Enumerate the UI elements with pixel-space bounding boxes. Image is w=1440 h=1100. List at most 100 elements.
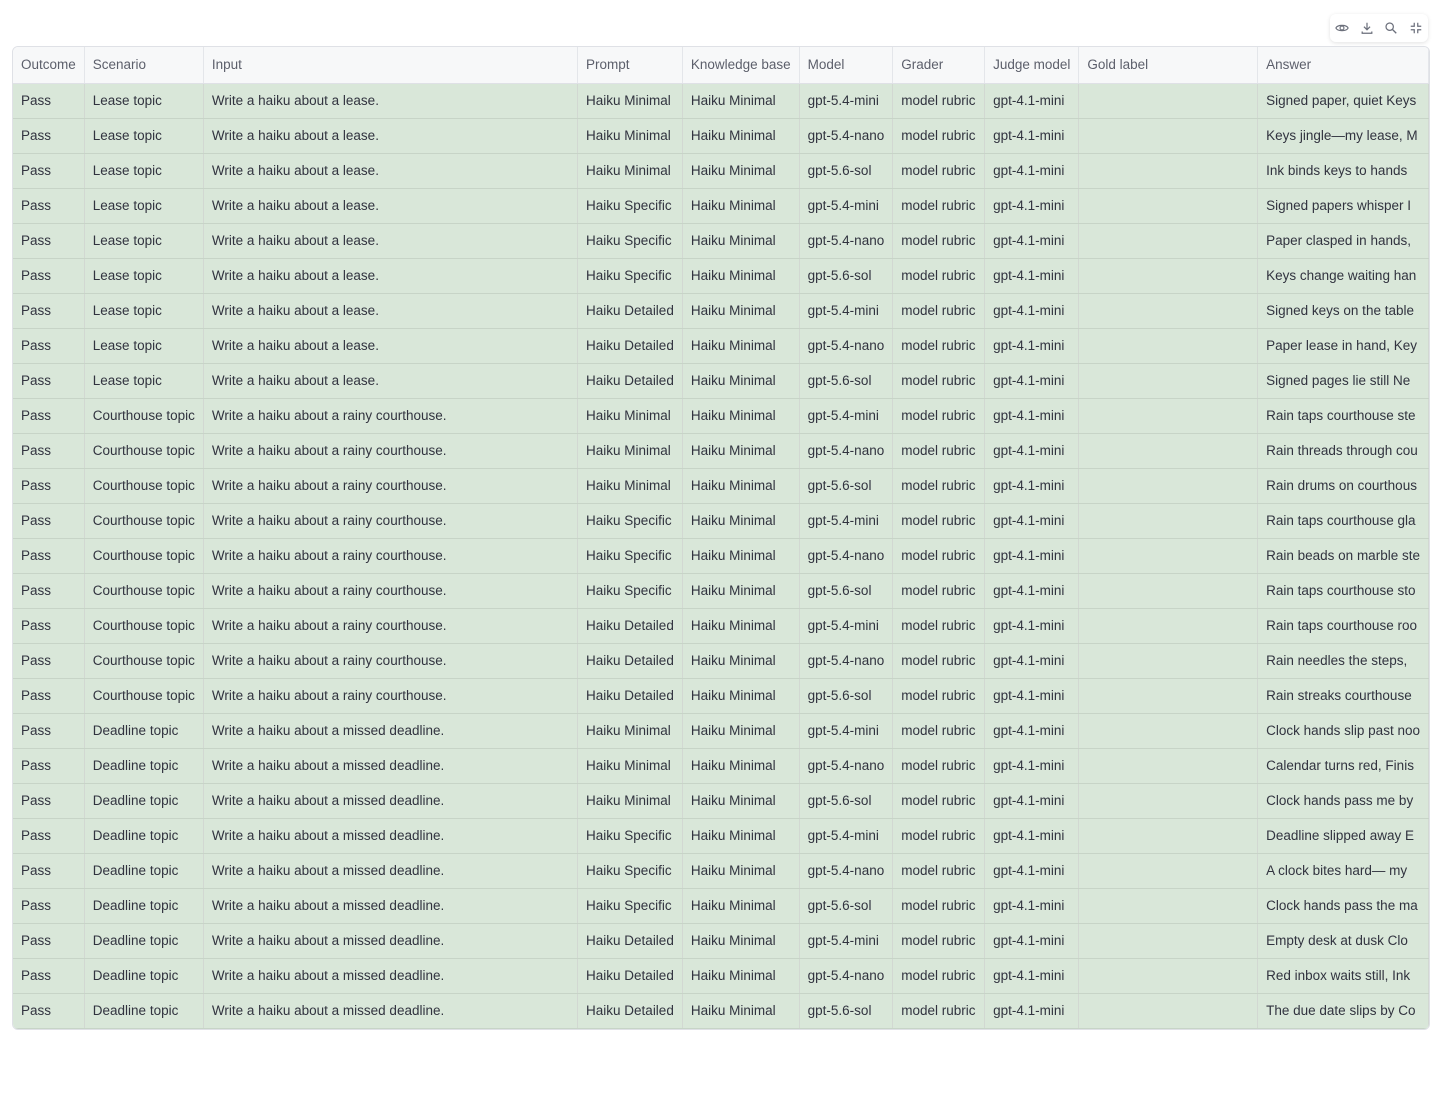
cell-model[interactable]: gpt-5.6-sol xyxy=(799,678,894,714)
cell-outcome[interactable]: Pass xyxy=(13,958,85,994)
cell-knowledge-base[interactable]: Haiku Minimal xyxy=(682,888,800,924)
cell-knowledge-base[interactable]: Haiku Minimal xyxy=(682,958,800,994)
cell-judge-model[interactable]: gpt-4.1-mini xyxy=(984,923,1080,959)
cell-grader[interactable]: model rubric xyxy=(892,538,986,574)
column-header-prompt[interactable]: Prompt xyxy=(577,47,683,84)
cell-answer[interactable]: Clock hands pass the ma xyxy=(1257,888,1429,924)
cell-model[interactable]: gpt-5.4-nano xyxy=(799,643,894,679)
cell-scenario[interactable]: Courthouse topic xyxy=(84,398,204,434)
cell-grader[interactable]: model rubric xyxy=(892,363,986,399)
cell-gold-label[interactable] xyxy=(1078,83,1259,119)
cell-knowledge-base[interactable]: Haiku Minimal xyxy=(682,363,800,399)
cell-knowledge-base[interactable]: Haiku Minimal xyxy=(682,608,800,644)
cell-prompt[interactable]: Haiku Detailed xyxy=(577,293,683,329)
column-header-outcome[interactable]: Outcome xyxy=(13,47,85,84)
cell-model[interactable]: gpt-5.4-mini xyxy=(799,713,894,749)
cell-answer[interactable]: Signed pages lie still Ne xyxy=(1257,363,1429,399)
cell-prompt[interactable]: Haiku Detailed xyxy=(577,923,683,959)
cell-grader[interactable]: model rubric xyxy=(892,223,986,259)
cell-gold-label[interactable] xyxy=(1078,958,1259,994)
cell-gold-label[interactable] xyxy=(1078,713,1259,749)
cell-answer[interactable]: Calendar turns red, Finis xyxy=(1257,748,1429,784)
cell-outcome[interactable]: Pass xyxy=(13,398,85,434)
cell-answer[interactable]: Empty desk at dusk Clo xyxy=(1257,923,1429,959)
cell-model[interactable]: gpt-5.4-nano xyxy=(799,118,894,154)
cell-outcome[interactable]: Pass xyxy=(13,678,85,714)
cell-grader[interactable]: model rubric xyxy=(892,153,986,189)
cell-model[interactable]: gpt-5.4-mini xyxy=(799,83,894,119)
cell-judge-model[interactable]: gpt-4.1-mini xyxy=(984,188,1080,224)
cell-judge-model[interactable]: gpt-4.1-mini xyxy=(984,363,1080,399)
cell-grader[interactable]: model rubric xyxy=(892,783,986,819)
cell-outcome[interactable]: Pass xyxy=(13,888,85,924)
cell-answer[interactable]: Clock hands pass me by xyxy=(1257,783,1429,819)
cell-knowledge-base[interactable]: Haiku Minimal xyxy=(682,328,800,364)
cell-answer[interactable]: Rain beads on marble ste xyxy=(1257,538,1429,574)
cell-grader[interactable]: model rubric xyxy=(892,83,986,119)
cell-prompt[interactable]: Haiku Detailed xyxy=(577,643,683,679)
cell-input[interactable]: Write a haiku about a missed deadline. xyxy=(203,888,579,924)
cell-knowledge-base[interactable]: Haiku Minimal xyxy=(682,573,800,609)
cell-judge-model[interactable]: gpt-4.1-mini xyxy=(984,223,1080,259)
cell-scenario[interactable]: Lease topic xyxy=(84,118,204,154)
cell-gold-label[interactable] xyxy=(1078,188,1259,224)
table-row[interactable]: Pass Deadline topic Write a haiku about a … xyxy=(13,853,1429,889)
cell-gold-label[interactable] xyxy=(1078,293,1259,329)
cell-grader[interactable]: model rubric xyxy=(892,118,986,154)
cell-judge-model[interactable]: gpt-4.1-mini xyxy=(984,748,1080,784)
cell-scenario[interactable]: Deadline topic xyxy=(84,713,204,749)
cell-answer[interactable]: Paper lease in hand, Key xyxy=(1257,328,1429,364)
cell-scenario[interactable]: Deadline topic xyxy=(84,958,204,994)
cell-prompt[interactable]: Haiku Specific xyxy=(577,888,683,924)
cell-scenario[interactable]: Courthouse topic xyxy=(84,678,204,714)
cell-scenario[interactable]: Lease topic xyxy=(84,223,204,259)
cell-grader[interactable]: model rubric xyxy=(892,433,986,469)
cell-answer[interactable]: Paper clasped in hands, xyxy=(1257,223,1429,259)
cell-judge-model[interactable]: gpt-4.1-mini xyxy=(984,538,1080,574)
cell-model[interactable]: gpt-5.4-mini xyxy=(799,923,894,959)
cell-knowledge-base[interactable]: Haiku Minimal xyxy=(682,468,800,504)
cell-prompt[interactable]: Haiku Minimal xyxy=(577,748,683,784)
cell-knowledge-base[interactable]: Haiku Minimal xyxy=(682,538,800,574)
cell-prompt[interactable]: Haiku Detailed xyxy=(577,363,683,399)
cell-gold-label[interactable] xyxy=(1078,328,1259,364)
cell-grader[interactable]: model rubric xyxy=(892,258,986,294)
cell-judge-model[interactable]: gpt-4.1-mini xyxy=(984,783,1080,819)
cell-grader[interactable]: model rubric xyxy=(892,748,986,784)
cell-grader[interactable]: model rubric xyxy=(892,573,986,609)
cell-judge-model[interactable]: gpt-4.1-mini xyxy=(984,958,1080,994)
cell-model[interactable]: gpt-5.6-sol xyxy=(799,363,894,399)
eye-icon[interactable] xyxy=(1332,18,1352,38)
cell-judge-model[interactable]: gpt-4.1-mini xyxy=(984,678,1080,714)
cell-model[interactable]: gpt-5.4-nano xyxy=(799,958,894,994)
cell-grader[interactable]: model rubric xyxy=(892,608,986,644)
cell-knowledge-base[interactable]: Haiku Minimal xyxy=(682,993,800,1029)
cell-input[interactable]: Write a haiku about a missed deadline. xyxy=(203,713,579,749)
cell-knowledge-base[interactable]: Haiku Minimal xyxy=(682,153,800,189)
cell-model[interactable]: gpt-5.4-nano xyxy=(799,433,894,469)
cell-knowledge-base[interactable]: Haiku Minimal xyxy=(682,433,800,469)
fullscreen-icon[interactable] xyxy=(1406,18,1426,38)
cell-gold-label[interactable] xyxy=(1078,223,1259,259)
cell-model[interactable]: gpt-5.4-mini xyxy=(799,293,894,329)
column-header-model[interactable]: Model xyxy=(799,47,894,84)
column-header-scenario[interactable]: Scenario xyxy=(84,47,204,84)
cell-outcome[interactable]: Pass xyxy=(13,293,85,329)
table-row[interactable]: Pass Deadline topic Write a haiku about a … xyxy=(13,923,1429,959)
cell-prompt[interactable]: Haiku Specific xyxy=(577,188,683,224)
table-row[interactable]: Pass Courthouse topic Write a haiku about … xyxy=(13,573,1429,609)
cell-gold-label[interactable] xyxy=(1078,468,1259,504)
column-header-answer[interactable]: Answer xyxy=(1257,47,1429,84)
cell-model[interactable]: gpt-5.4-nano xyxy=(799,538,894,574)
cell-judge-model[interactable]: gpt-4.1-mini xyxy=(984,608,1080,644)
cell-answer[interactable]: Ink binds keys to hands xyxy=(1257,153,1429,189)
cell-answer[interactable]: Signed paper, quiet Keys xyxy=(1257,83,1429,119)
cell-model[interactable]: gpt-5.4-mini xyxy=(799,503,894,539)
cell-judge-model[interactable]: gpt-4.1-mini xyxy=(984,713,1080,749)
cell-scenario[interactable]: Deadline topic xyxy=(84,748,204,784)
cell-answer[interactable]: Rain taps courthouse roo xyxy=(1257,608,1429,644)
cell-input[interactable]: Write a haiku about a rainy courthouse. xyxy=(203,538,579,574)
cell-outcome[interactable]: Pass xyxy=(13,783,85,819)
cell-prompt[interactable]: Haiku Specific xyxy=(577,818,683,854)
cell-judge-model[interactable]: gpt-4.1-mini xyxy=(984,293,1080,329)
